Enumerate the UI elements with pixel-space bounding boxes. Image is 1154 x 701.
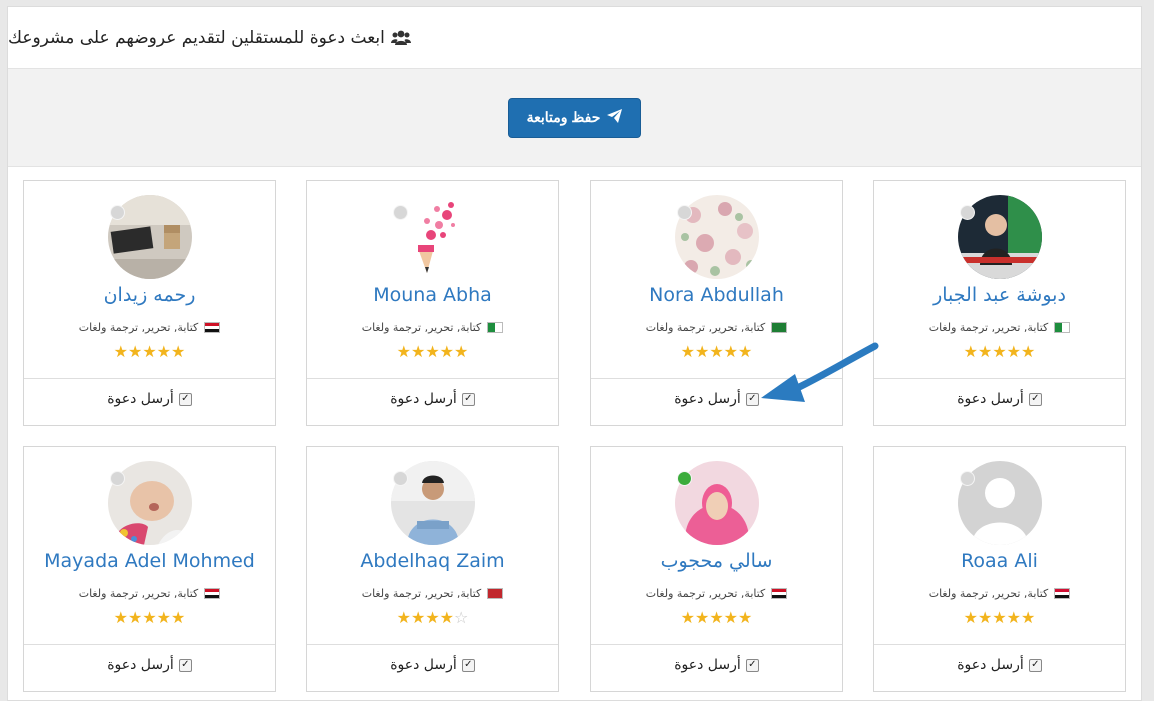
status-dot (110, 205, 125, 220)
rating-stars: ★★★★★ (396, 342, 469, 361)
checkbox-checked-icon[interactable]: ✓ (1028, 658, 1042, 672)
checkbox-checked-icon[interactable]: ✓ (461, 658, 475, 672)
annotation-arrow-icon (761, 342, 879, 402)
rating-stars: ★★★★★ (113, 608, 186, 627)
save-and-continue-button[interactable]: حفظ ومتابعة (507, 97, 642, 138)
skills-text: كتابة, تحرير, ترجمة ولغات (78, 587, 199, 600)
skills-row: كتابة, تحرير, ترجمة ولغات (874, 321, 1125, 334)
skills-text: كتابة, تحرير, ترجمة ولغات (361, 587, 482, 600)
checkbox-checked-icon[interactable]: ✓ (1028, 392, 1042, 406)
skills-text: كتابة, تحرير, ترجمة ولغات (645, 321, 766, 334)
freelancer-card: Abdelhaq Zaim كتابة, تحرير, ترجمة ولغات … (306, 446, 559, 692)
send-invite-checkbox[interactable]: ✓ أرسل دعوة (24, 657, 275, 673)
paper-plane-icon (607, 109, 623, 126)
invite-label: أرسل دعوة (674, 657, 741, 673)
invite-label: أرسل دعوة (674, 391, 741, 407)
skills-row: كتابة, تحرير, ترجمة ولغات (307, 587, 558, 600)
skills-row: كتابة, تحرير, ترجمة ولغات (24, 321, 275, 334)
status-dot (393, 471, 408, 486)
invite-label: أرسل دعوة (107, 391, 174, 407)
invite-label: أرسل دعوة (107, 657, 174, 673)
divider (874, 644, 1125, 645)
send-invite-checkbox[interactable]: ✓ أرسل دعوة (307, 657, 558, 673)
freelancer-name[interactable]: رحمه زيدان (24, 284, 275, 306)
status-dot (393, 205, 408, 220)
send-invite-checkbox[interactable]: ✓ أرسل دعوة (874, 657, 1125, 673)
status-dot (110, 471, 125, 486)
sudan-flag-icon (1054, 588, 1071, 599)
checkbox-checked-icon[interactable]: ✓ (178, 392, 192, 406)
freelancer-name[interactable]: Mouna Abha (307, 284, 558, 306)
freelancer-name[interactable]: دبوشة عبد الجبار (874, 284, 1125, 306)
online-status-dot (677, 471, 692, 486)
checkbox-checked-icon[interactable]: ✓ (745, 658, 759, 672)
rating-stars: ★★★★★ (963, 608, 1036, 627)
invite-label: أرسل دعوة (390, 391, 457, 407)
save-button-label: حفظ ومتابعة (526, 109, 601, 125)
divider (874, 378, 1125, 379)
status-dot (960, 205, 975, 220)
status-dot (677, 205, 692, 220)
freelancer-card: Mouna Abha كتابة, تحرير, ترجمة ولغات ★★★… (306, 180, 559, 426)
action-bar: حفظ ومتابعة (8, 69, 1141, 167)
rating-stars: ★★★★★ (963, 342, 1036, 361)
send-invite-checkbox[interactable]: ✓ أرسل دعوة (591, 657, 842, 673)
divider (591, 644, 842, 645)
panel-header: ابعث دعوة للمستقلين لتقديم عروضهم على مش… (8, 7, 1141, 69)
divider (24, 378, 275, 379)
checkbox-checked-icon[interactable]: ✓ (178, 658, 192, 672)
skills-text: كتابة, تحرير, ترجمة ولغات (645, 587, 766, 600)
users-icon (390, 30, 411, 46)
rating-stars: ★★★★★ (113, 342, 186, 361)
freelancer-name[interactable]: Mayada Adel Mohmed (24, 550, 275, 572)
divider (307, 644, 558, 645)
invite-label: أرسل دعوة (390, 657, 457, 673)
freelancer-card: Mayada Adel Mohmed كتابة, تحرير, ترجمة و… (23, 446, 276, 692)
freelancer-card: دبوشة عبد الجبار كتابة, تحرير, ترجمة ولغ… (873, 180, 1126, 426)
divider (24, 644, 275, 645)
freelancer-card: رحمه زيدان كتابة, تحرير, ترجمة ولغات ★★★… (23, 180, 276, 426)
skills-text: كتابة, تحرير, ترجمة ولغات (928, 587, 1049, 600)
invite-label: أرسل دعوة (957, 657, 1024, 673)
freelancer-name[interactable]: Nora Abdullah (591, 284, 842, 306)
skills-text: كتابة, تحرير, ترجمة ولغات (78, 321, 199, 334)
send-invite-checkbox[interactable]: ✓ أرسل دعوة (307, 391, 558, 407)
send-invite-checkbox[interactable]: ✓ أرسل دعوة (874, 391, 1125, 407)
skills-row: كتابة, تحرير, ترجمة ولغات (591, 587, 842, 600)
freelancer-card: Roaa Ali كتابة, تحرير, ترجمة ولغات ★★★★★… (873, 446, 1126, 692)
freelancer-card: سالي محجوب كتابة, تحرير, ترجمة ولغات ★★★… (590, 446, 843, 692)
freelancer-name[interactable]: Abdelhaq Zaim (307, 550, 558, 572)
algeria-flag-icon (1054, 322, 1071, 333)
page-title: ابعث دعوة للمستقلين لتقديم عروضهم على مش… (8, 27, 385, 48)
status-dot (960, 471, 975, 486)
invite-label: أرسل دعوة (957, 391, 1024, 407)
egypt-flag-icon (204, 322, 221, 333)
send-invite-checkbox[interactable]: ✓ أرسل دعوة (24, 391, 275, 407)
skills-text: كتابة, تحرير, ترجمة ولغات (928, 321, 1049, 334)
skills-row: كتابة, تحرير, ترجمة ولغات (24, 587, 275, 600)
morocco-flag-icon (487, 588, 504, 599)
rating-stars: ★★★★☆ (396, 608, 469, 627)
checkbox-checked-icon[interactable]: ✓ (461, 392, 475, 406)
skills-row: كتابة, تحرير, ترجمة ولغات (591, 321, 842, 334)
saudi-arabia-flag-icon (771, 322, 788, 333)
skills-row: كتابة, تحرير, ترجمة ولغات (307, 321, 558, 334)
egypt-flag-icon (771, 588, 788, 599)
freelancer-name[interactable]: سالي محجوب (591, 550, 842, 572)
algeria-flag-icon (487, 322, 504, 333)
egypt-flag-icon (204, 588, 221, 599)
rating-stars: ★★★★★ (680, 608, 753, 627)
skills-row: كتابة, تحرير, ترجمة ولغات (874, 587, 1125, 600)
skills-text: كتابة, تحرير, ترجمة ولغات (361, 321, 482, 334)
divider (307, 378, 558, 379)
freelancer-name[interactable]: Roaa Ali (874, 550, 1125, 572)
